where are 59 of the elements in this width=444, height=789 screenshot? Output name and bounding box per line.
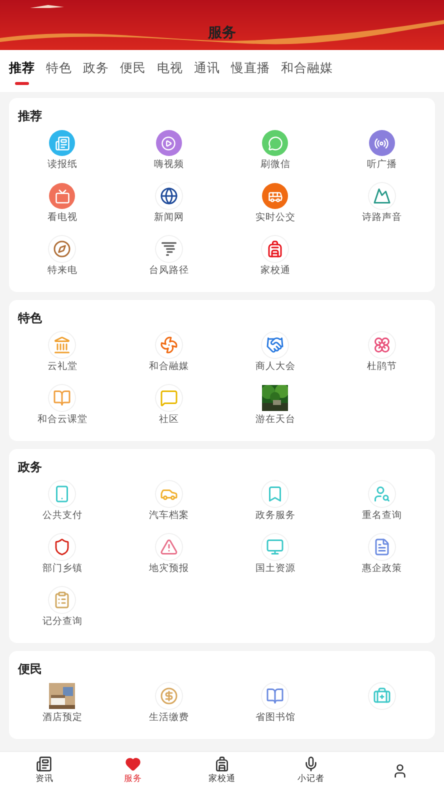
service-label[interactable]: 重名查询 [362, 509, 402, 522]
service-label[interactable]: 酒店预定 [42, 711, 82, 724]
category-tab[interactable]: 推荐 [9, 60, 35, 82]
service-icon[interactable] [156, 236, 182, 262]
service-icon[interactable] [49, 236, 76, 262]
service-label[interactable]: 读报纸 [47, 158, 78, 171]
service-label[interactable]: 社区 [158, 413, 179, 426]
section-title: 特色 [16, 310, 43, 327]
service-label[interactable]: 国土资源 [255, 562, 296, 575]
category-tab[interactable]: 便民 [120, 60, 146, 82]
category-tab[interactable]: 政务 [83, 60, 109, 82]
service-label[interactable]: 看电视 [47, 211, 78, 224]
nav-tab[interactable]: 资讯 [0, 752, 89, 789]
service-icon[interactable] [262, 332, 288, 358]
service-label[interactable]: 实时公交 [255, 211, 296, 224]
service-label[interactable]: 商人大会 [255, 360, 296, 373]
microphone-icon[interactable] [302, 756, 319, 772]
heart-icon[interactable] [125, 756, 142, 772]
section-title: 推荐 [16, 108, 43, 125]
service-label[interactable]: 听广播 [366, 158, 397, 171]
service-label[interactable]: 部门乡镇 [42, 562, 82, 575]
service-label[interactable]: 云礼堂 [47, 360, 78, 373]
backpack-icon[interactable] [214, 756, 230, 772]
service-label[interactable]: 嗨视频 [154, 158, 184, 171]
category-tab[interactable]: 慢直播 [231, 60, 270, 82]
service-icon[interactable] [368, 332, 395, 358]
category-tab[interactable]: 特色 [46, 60, 72, 82]
category-tab[interactable]: 和合融媒 [281, 60, 333, 82]
nav-tab[interactable]: 服务 [88, 752, 178, 789]
category-tab[interactable]: 电视 [157, 60, 183, 82]
service-label[interactable]: 生活缴费 [148, 711, 189, 724]
service-label[interactable]: 省图书馆 [255, 711, 296, 724]
service-label[interactable]: 地灾预报 [148, 562, 189, 575]
list-icon[interactable] [36, 756, 52, 772]
service-label[interactable]: 新闻网 [154, 211, 184, 224]
nav-tab[interactable]: 家校通 [178, 752, 266, 789]
service-label[interactable]: 杜鹃节 [366, 360, 397, 373]
page-title: 服务 [208, 24, 236, 42]
service-label[interactable]: 政务服务 [255, 509, 296, 522]
service-label[interactable]: 刷微信 [260, 158, 290, 171]
service-label[interactable]: 和合云课堂 [37, 413, 88, 426]
nav-tab[interactable]: 小记者 [266, 752, 356, 789]
service-label[interactable]: 惠企政策 [362, 562, 402, 575]
service-label[interactable]: 台风路径 [148, 264, 189, 277]
section-title: 政务 [16, 459, 43, 476]
service-label[interactable]: 汽车档案 [148, 509, 189, 522]
service-icon[interactable] [49, 534, 76, 560]
service-label[interactable]: 家校通 [260, 264, 290, 277]
category-tab[interactable]: 通讯 [194, 60, 220, 82]
service-label[interactable]: 公共支付 [42, 509, 82, 522]
service-label[interactable]: 特来电 [47, 264, 78, 277]
service-label[interactable]: 游在天台 [255, 413, 296, 426]
service-icon[interactable] [262, 236, 288, 262]
service-label[interactable]: 记分查询 [42, 615, 82, 628]
service-icon[interactable] [156, 183, 182, 209]
user-icon[interactable] [392, 762, 408, 778]
service-label[interactable]: 诗路声音 [362, 211, 402, 224]
section-title: 便民 [16, 661, 43, 678]
service-label[interactable]: 和合融媒 [148, 360, 189, 373]
